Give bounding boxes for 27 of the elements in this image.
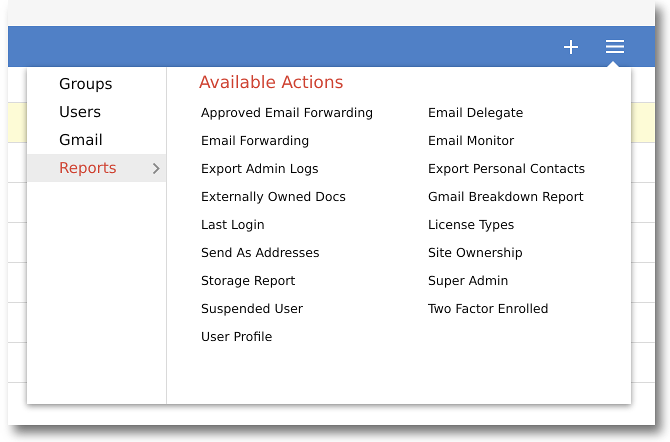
action-link[interactable]: Last Login bbox=[199, 216, 265, 234]
action-link[interactable]: Email Delegate bbox=[426, 104, 524, 122]
action-link[interactable]: Two Factor Enrolled bbox=[426, 300, 549, 318]
action-link[interactable]: Storage Report bbox=[199, 272, 296, 290]
menu-category[interactable]: Users bbox=[27, 98, 166, 126]
action-link[interactable]: License Types bbox=[426, 216, 514, 234]
action-link[interactable]: Email Monitor bbox=[426, 132, 514, 150]
action-link[interactable]: Site Ownership bbox=[426, 244, 523, 262]
action-link[interactable]: Super Admin bbox=[426, 272, 508, 290]
action-link[interactable]: Gmail Breakdown Report bbox=[426, 188, 584, 206]
add-button[interactable] bbox=[563, 38, 579, 54]
menu-icon bbox=[605, 39, 625, 54]
plus-icon bbox=[563, 38, 579, 54]
action-link[interactable]: Send As Addresses bbox=[199, 244, 320, 262]
section-title: Available Actions bbox=[199, 72, 344, 95]
action-link[interactable]: Export Admin Logs bbox=[199, 160, 319, 178]
action-link[interactable]: Approved Email Forwarding bbox=[199, 104, 374, 122]
action-link[interactable]: Email Forwarding bbox=[199, 132, 310, 150]
action-link[interactable]: Externally Owned Docs bbox=[199, 188, 346, 206]
action-link[interactable]: Export Personal Contacts bbox=[426, 160, 586, 178]
action-link[interactable]: Suspended User bbox=[199, 300, 303, 318]
menu-button[interactable] bbox=[605, 39, 625, 54]
action-link[interactable]: User Profile bbox=[199, 328, 272, 346]
menu-category[interactable]: Reports bbox=[27, 154, 166, 182]
menu-category[interactable]: Gmail bbox=[27, 126, 166, 154]
chevron-right-icon bbox=[152, 162, 160, 174]
menu-category[interactable]: Groups bbox=[27, 70, 166, 98]
